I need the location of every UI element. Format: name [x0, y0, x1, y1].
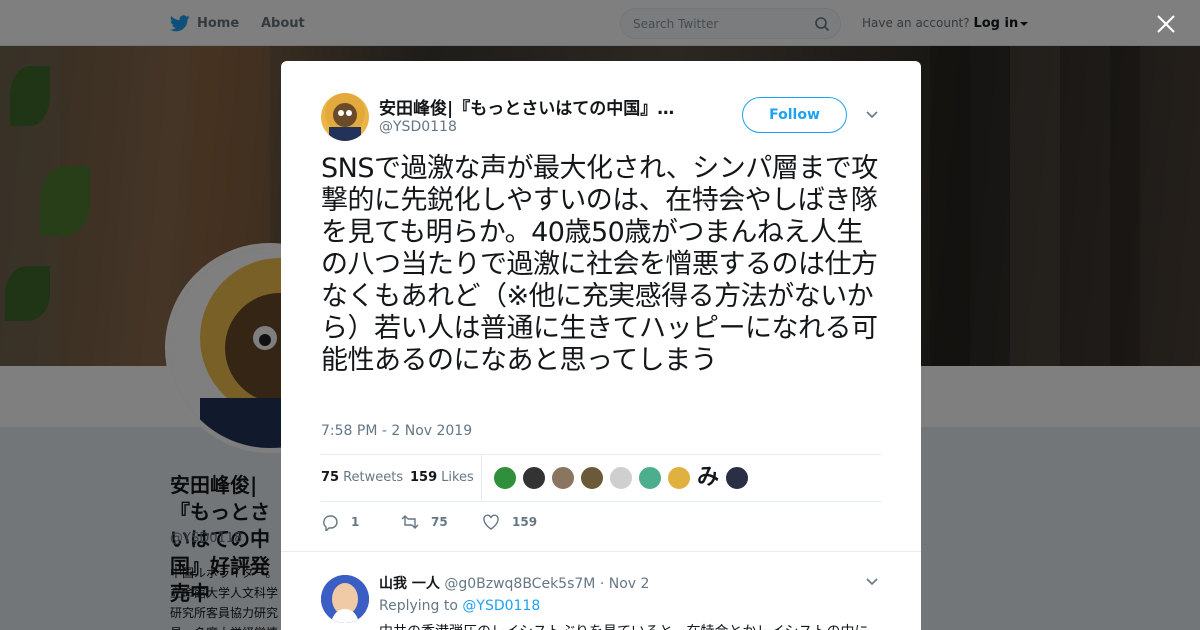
stats-divider: [481, 455, 482, 501]
retweets-count: 75: [321, 470, 340, 485]
replying-to-link[interactable]: @YSD0118: [462, 598, 540, 614]
retweet-icon: [401, 515, 419, 529]
liker-avatar[interactable]: [638, 466, 662, 490]
heart-icon: [483, 514, 499, 530]
tweet-actions: 1 75 159: [321, 513, 621, 533]
tweet-author-name[interactable]: 安田峰俊|『もっとさいはての中国』…: [379, 94, 709, 119]
tweet-modal: 安田峰俊|『もっとさいはての中国』… @YSD0118 Follow SNSで過…: [281, 61, 921, 630]
liker-avatar[interactable]: [580, 466, 604, 490]
likes-count: 159: [410, 470, 438, 485]
liker-avatar[interactable]: [551, 466, 575, 490]
likes-stat[interactable]: 159 Likes: [410, 470, 474, 485]
likes-label: Likes: [441, 470, 474, 485]
reply-author-avatar[interactable]: [321, 575, 369, 623]
tweet-timestamp[interactable]: 7:58 PM - 2 Nov 2019: [321, 423, 472, 439]
liker-avatar[interactable]: [725, 466, 749, 490]
retweets-stat[interactable]: 75 Retweets: [321, 470, 403, 485]
chevron-down-icon[interactable]: [865, 575, 879, 589]
replying-to: Replying to @YSD0118: [379, 598, 540, 614]
retweet-count: 75: [431, 515, 448, 529]
chevron-down-icon[interactable]: [865, 108, 879, 122]
liker-avatar[interactable]: [522, 466, 546, 490]
reply-text: 中共の香港弾圧のレイシストぶりを見ていると、在特会とかレイシストの中に: [379, 621, 879, 630]
reply-count: 1: [351, 515, 360, 529]
tweet-author-handle[interactable]: @YSD0118: [379, 119, 457, 135]
liker-avatar[interactable]: [667, 466, 691, 490]
liker-avatar[interactable]: み: [696, 466, 720, 490]
reply-date[interactable]: · Nov 2: [600, 576, 650, 592]
reply-author-name[interactable]: 山我 一人: [379, 576, 440, 592]
close-icon[interactable]: [1154, 12, 1178, 36]
like-button[interactable]: 159: [482, 513, 537, 531]
reply-button[interactable]: 1: [321, 513, 359, 531]
liker-avatar[interactable]: [493, 466, 517, 490]
reply-icon: [323, 515, 338, 531]
replying-prefix: Replying to: [379, 598, 458, 614]
tweet-author-avatar[interactable]: [321, 93, 369, 141]
tweet-stats: 75 Retweets 159 Likes み: [321, 454, 881, 502]
retweets-label: Retweets: [343, 470, 404, 485]
tweet-text: SNSで過激な声が最大化され、シンパ層まで攻撃的に先鋭化しやすいのは、在特会やし…: [321, 153, 878, 376]
reply-header: 山我 一人 @g0Bzwq8BCek5s7M · Nov 2: [379, 573, 649, 593]
reply-author-handle[interactable]: @g0Bzwq8BCek5s7M: [444, 576, 595, 592]
reply-avatar-icon: [321, 575, 369, 623]
divider: [281, 551, 921, 552]
like-count: 159: [512, 515, 538, 529]
retweet-button[interactable]: 75: [401, 513, 448, 531]
liker-avatar[interactable]: [609, 466, 633, 490]
follow-button[interactable]: Follow: [742, 97, 847, 133]
author-avatar-icon: [325, 93, 365, 141]
